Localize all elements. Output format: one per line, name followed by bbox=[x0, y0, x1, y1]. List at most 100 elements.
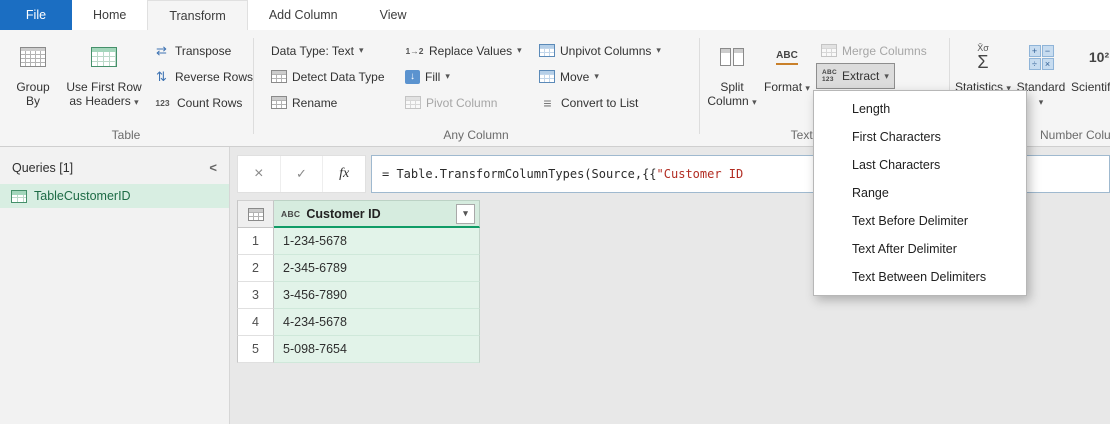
convert-to-list-icon: ≡ bbox=[543, 94, 552, 111]
ribbon-tab-bar: File Home Transform Add Column View bbox=[0, 0, 1110, 30]
data-type-label: Data Type: Text bbox=[271, 43, 354, 58]
select-all-corner[interactable] bbox=[237, 200, 274, 228]
table-row: 2 2-345-6789 bbox=[237, 255, 480, 282]
pivot-column-icon bbox=[405, 96, 421, 109]
row-number[interactable]: 5 bbox=[237, 336, 274, 363]
extract-button[interactable]: ABC 123 Extract ▾ bbox=[816, 63, 895, 89]
group-by-button[interactable]: Group By bbox=[8, 34, 58, 134]
scientific-icon: 10² bbox=[1088, 48, 1110, 65]
cell-value[interactable]: 1-234-5678 bbox=[274, 228, 480, 255]
reverse-rows-icon: ⇅ bbox=[156, 68, 167, 84]
use-first-row-icon bbox=[91, 47, 117, 67]
count-rows-label: Count Rows bbox=[177, 95, 243, 110]
merge-columns-button: Merge Columns bbox=[816, 39, 932, 62]
column-name: Customer ID bbox=[306, 206, 381, 221]
extract-dropdown-menu: Length First Characters Last Characters … bbox=[813, 90, 1027, 296]
table-group-label: Table bbox=[111, 128, 141, 142]
replace-values-button[interactable]: 1→2 Replace Values ▾ bbox=[400, 39, 527, 62]
tab-view[interactable]: View bbox=[359, 0, 428, 30]
menu-item-length[interactable]: Length bbox=[814, 95, 1026, 123]
transpose-icon: ⇄ bbox=[156, 42, 167, 58]
scientific-button[interactable]: 10² Scientific ▾ bbox=[1071, 34, 1110, 134]
query-list-item[interactable]: TableCustomerID bbox=[0, 184, 229, 208]
cell-value[interactable]: 3-456-7890 bbox=[274, 282, 480, 309]
chevron-down-icon: ▾ bbox=[463, 208, 468, 218]
unpivot-columns-label: Unpivot Columns bbox=[560, 43, 652, 58]
tab-transform[interactable]: Transform bbox=[147, 0, 248, 30]
row-number[interactable]: 2 bbox=[237, 255, 274, 282]
format-icon: ABC bbox=[776, 50, 798, 65]
replace-values-icon: 1→2 bbox=[405, 45, 424, 56]
convert-to-list-button[interactable]: ≡ Convert to List bbox=[534, 91, 643, 114]
move-button[interactable]: Move ▾ bbox=[534, 65, 604, 88]
cell-value[interactable]: 4-234-5678 bbox=[274, 309, 480, 336]
formula-string-literal: "Customer ID bbox=[656, 167, 744, 181]
fill-button[interactable]: ↓ Fill ▾ bbox=[400, 65, 455, 88]
table-row: 1 1-234-5678 bbox=[237, 228, 480, 255]
detect-data-type-button[interactable]: Detect Data Type bbox=[266, 65, 390, 88]
column-header-customer-id[interactable]: ABC Customer ID ▾ bbox=[274, 200, 480, 228]
column-filter-button[interactable]: ▾ bbox=[456, 203, 475, 224]
detect-data-type-label: Detect Data Type bbox=[292, 69, 385, 84]
move-icon bbox=[539, 70, 555, 83]
menu-item-text-after-delimiter[interactable]: Text After Delimiter bbox=[814, 235, 1026, 263]
unpivot-columns-button[interactable]: Unpivot Columns ▾ bbox=[534, 39, 666, 62]
group-separator bbox=[699, 38, 700, 134]
row-number[interactable]: 3 bbox=[237, 282, 274, 309]
rename-button[interactable]: Rename bbox=[266, 91, 342, 114]
format-button[interactable]: ABC Format ▾ bbox=[762, 34, 812, 134]
data-type-button[interactable]: Data Type: Text ▾ bbox=[266, 39, 368, 62]
reverse-rows-button[interactable]: ⇅ Reverse Rows bbox=[148, 65, 258, 88]
menu-item-range[interactable]: Range bbox=[814, 179, 1026, 207]
transpose-button[interactable]: ⇄ Transpose bbox=[148, 39, 236, 62]
pivot-column-label: Pivot Column bbox=[426, 95, 498, 110]
chevron-down-icon: ▾ bbox=[445, 71, 450, 81]
collapse-panel-icon[interactable]: < bbox=[209, 160, 217, 175]
query-name: TableCustomerID bbox=[34, 189, 131, 203]
chevron-down-icon: ▾ bbox=[752, 97, 757, 108]
text-type-icon: ABC bbox=[281, 208, 301, 219]
rename-icon bbox=[271, 96, 287, 109]
extract-abc123-icon: ABC 123 bbox=[822, 68, 837, 83]
any-column-group-label: Any Column bbox=[443, 128, 509, 142]
count-rows-button[interactable]: 123 Count Rows bbox=[148, 91, 247, 114]
group-separator bbox=[253, 38, 254, 134]
group-by-icon bbox=[20, 47, 46, 67]
menu-item-text-before-delimiter[interactable]: Text Before Delimiter bbox=[814, 207, 1026, 235]
count-rows-icon: 123 bbox=[155, 97, 170, 108]
tab-home[interactable]: Home bbox=[72, 0, 147, 30]
row-number[interactable]: 4 bbox=[237, 309, 274, 336]
transpose-label: Transpose bbox=[175, 43, 232, 58]
number-column-group-label: Number Column bbox=[1040, 128, 1110, 142]
row-number[interactable]: 1 bbox=[237, 228, 274, 255]
tab-add-column[interactable]: Add Column bbox=[248, 0, 359, 30]
menu-item-last-characters[interactable]: Last Characters bbox=[814, 151, 1026, 179]
formula-bar-buttons: × ✓ fx bbox=[237, 155, 366, 193]
use-first-row-as-headers-button[interactable]: Use First Row as Headers ▾ bbox=[60, 34, 148, 134]
merge-columns-label: Merge Columns bbox=[842, 43, 927, 58]
move-label: Move bbox=[560, 69, 590, 84]
check-icon: ✓ bbox=[296, 166, 307, 181]
merge-columns-icon bbox=[821, 44, 837, 57]
query-table-icon bbox=[11, 189, 27, 203]
group-by-label: Group By bbox=[16, 80, 50, 109]
cell-value[interactable]: 2-345-6789 bbox=[274, 255, 480, 282]
formula-code: = Table.TransformColumnTypes(Source,{{ bbox=[382, 167, 657, 181]
commit-formula-button[interactable]: ✓ bbox=[281, 156, 324, 192]
standard-operations-icon: + − ÷ × bbox=[1028, 44, 1054, 70]
cell-value[interactable]: 5-098-7654 bbox=[274, 336, 480, 363]
chevron-down-icon: ▾ bbox=[884, 70, 889, 81]
menu-item-first-characters[interactable]: First Characters bbox=[814, 123, 1026, 151]
pivot-column-button: Pivot Column bbox=[400, 91, 502, 114]
split-column-button[interactable]: Split Column ▾ bbox=[705, 34, 759, 134]
detect-data-type-icon bbox=[271, 70, 287, 83]
table-row: 3 3-456-7890 bbox=[237, 282, 480, 309]
chevron-down-icon: ▾ bbox=[134, 97, 139, 108]
add-step-button[interactable]: fx bbox=[323, 156, 365, 192]
cancel-formula-button[interactable]: × bbox=[238, 156, 281, 192]
menu-item-text-between-delimiters[interactable]: Text Between Delimiters bbox=[814, 263, 1026, 291]
rename-label: Rename bbox=[292, 95, 338, 110]
tab-file[interactable]: File bbox=[0, 0, 72, 30]
statistics-icon: X̄σ Σ bbox=[977, 42, 989, 72]
scientific-label: Scientific bbox=[1071, 80, 1110, 94]
